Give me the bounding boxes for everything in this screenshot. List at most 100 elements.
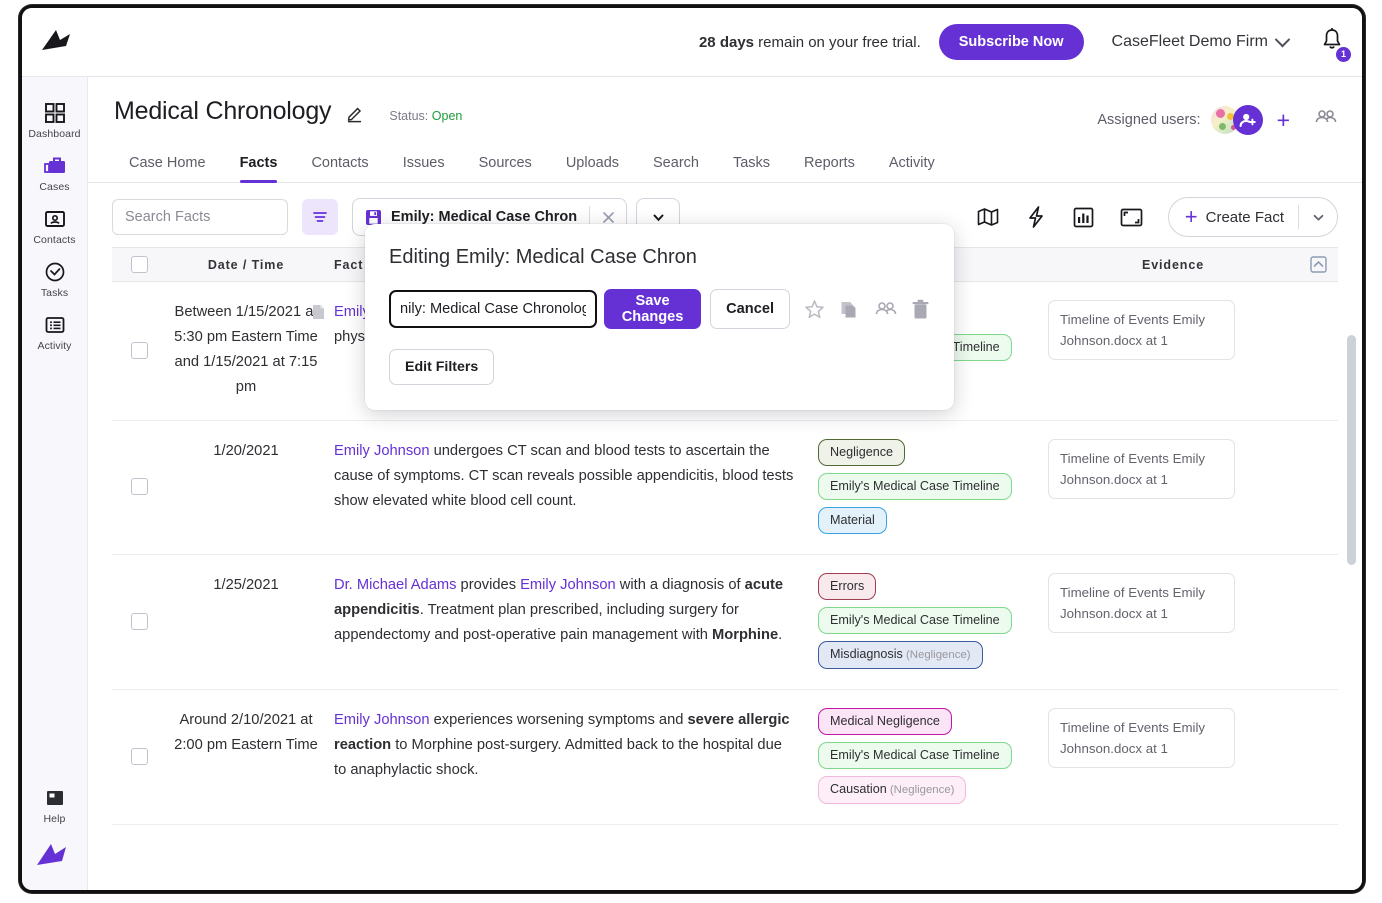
- cell-date: Between 1/15/2021 at 5:30 pm Eastern Tim…: [166, 300, 326, 400]
- sidebar-label-dashboard: Dashboard: [28, 128, 80, 140]
- page-title: Medical Chronology: [114, 97, 331, 126]
- briefcase-icon: [43, 155, 67, 177]
- evidence-card[interactable]: Timeline of Events Emily Johnson.docx at…: [1048, 300, 1235, 360]
- issue-tag[interactable]: Medical Negligence: [818, 708, 952, 735]
- bar-chart-icon[interactable]: [1060, 199, 1108, 235]
- cell-evidence: Timeline of Events Emily Johnson.docx at…: [1048, 300, 1298, 400]
- create-fact-label: Create Fact: [1206, 209, 1284, 226]
- sidebar-item-tasks[interactable]: Tasks: [22, 252, 88, 305]
- row-checkbox[interactable]: [131, 342, 148, 359]
- scrollbar-thumb[interactable]: [1347, 335, 1356, 565]
- firm-name-label: CaseFleet Demo Firm: [1112, 33, 1268, 51]
- casefleet-logo-icon[interactable]: [30, 18, 90, 66]
- sidebar-label-help: Help: [44, 813, 66, 825]
- fact-description: Emily Johnson experiences worsening symp…: [334, 708, 798, 783]
- firm-selector[interactable]: CaseFleet Demo Firm: [1112, 33, 1288, 51]
- row-checkbox[interactable]: [131, 478, 148, 495]
- tab-contacts[interactable]: Contacts: [294, 149, 385, 182]
- table-row[interactable]: Around 2/10/2021 at 2:00 pm Eastern Time…: [112, 690, 1338, 825]
- issue-tag[interactable]: Emily's Medical Case Timeline: [818, 742, 1012, 769]
- expand-panel-icon[interactable]: [1108, 199, 1156, 235]
- list-icon: [44, 314, 66, 336]
- copy-icon[interactable]: [839, 299, 860, 320]
- tab-uploads[interactable]: Uploads: [549, 149, 636, 182]
- filter-icon[interactable]: [302, 199, 338, 235]
- column-header-evidence[interactable]: Evidence: [1048, 258, 1298, 272]
- people-icon[interactable]: [1314, 108, 1338, 133]
- issue-tag[interactable]: Misdiagnosis (Negligence): [818, 641, 983, 669]
- star-icon[interactable]: [804, 299, 825, 320]
- chevron-down-icon: [1311, 210, 1326, 225]
- sidebar-item-help[interactable]: Help: [22, 778, 88, 831]
- notifications-button[interactable]: 1: [1320, 27, 1344, 58]
- toolbar-right-actions: + Create Fact: [964, 197, 1338, 237]
- row-checkbox[interactable]: [131, 613, 148, 630]
- tab-search[interactable]: Search: [636, 149, 716, 182]
- issue-tag[interactable]: Emily's Medical Case Timeline: [818, 607, 1012, 634]
- column-header-date[interactable]: Date / Time: [166, 258, 326, 272]
- sidebar-item-contacts[interactable]: Contacts: [22, 199, 88, 252]
- add-user-icon[interactable]: [1233, 105, 1263, 135]
- evidence-card[interactable]: Timeline of Events Emily Johnson.docx at…: [1048, 573, 1235, 633]
- collapse-panel-icon[interactable]: [1298, 256, 1338, 273]
- left-sidebar: Dashboard Cases Contacts Tasks: [22, 77, 88, 890]
- top-bar-right: 28 days remain on your free trial. Subsc…: [699, 24, 1362, 60]
- cell-evidence: Timeline of Events Emily Johnson.docx at…: [1048, 439, 1298, 534]
- sidebar-item-cases[interactable]: Cases: [22, 146, 88, 199]
- add-assigned-user-button[interactable]: +: [1277, 109, 1290, 132]
- evidence-card[interactable]: Timeline of Events Emily Johnson.docx at…: [1048, 439, 1235, 499]
- cancel-button[interactable]: Cancel: [710, 289, 790, 329]
- issue-tag[interactable]: Errors: [818, 573, 876, 600]
- cell-fact[interactable]: Dr. Michael Adams provides Emily Johnson…: [326, 573, 818, 669]
- select-all-checkbox-cell: [112, 256, 166, 273]
- trial-days: 28 days: [699, 34, 754, 51]
- cell-fact[interactable]: Emily Johnson experiences worsening symp…: [326, 708, 818, 804]
- sidebar-item-activity[interactable]: Activity: [22, 305, 88, 358]
- table-row[interactable]: 1/25/2021Dr. Michael Adams provides Emil…: [112, 555, 1338, 690]
- grid-icon: [44, 102, 66, 124]
- row-checkbox-cell: [112, 300, 166, 400]
- fact-description: Dr. Michael Adams provides Emily Johnson…: [334, 573, 798, 648]
- evidence-card[interactable]: Timeline of Events Emily Johnson.docx at…: [1048, 708, 1235, 768]
- saved-view-name-input[interactable]: [389, 290, 597, 328]
- issue-tag[interactable]: Causation (Negligence): [818, 776, 966, 804]
- table-row[interactable]: 1/20/2021Emily Johnson undergoes CT scan…: [112, 421, 1338, 555]
- casefleet-logo-icon-bottom[interactable]: [34, 841, 76, 876]
- create-fact-button[interactable]: + Create Fact: [1168, 197, 1338, 237]
- map-icon[interactable]: [964, 199, 1012, 235]
- trial-suffix: remain on your free trial.: [754, 34, 921, 51]
- document-icon[interactable]: [312, 304, 325, 325]
- close-icon[interactable]: [590, 210, 626, 225]
- tab-tasks[interactable]: Tasks: [716, 149, 787, 182]
- notification-count-badge: 1: [1336, 47, 1351, 62]
- trash-icon[interactable]: [911, 299, 930, 320]
- save-changes-button[interactable]: Save Changes: [604, 289, 701, 329]
- tab-reports[interactable]: Reports: [787, 149, 872, 182]
- pencil-icon[interactable]: [346, 104, 365, 128]
- search-input[interactable]: [112, 199, 288, 235]
- issue-tag[interactable]: Negligence: [818, 439, 905, 466]
- select-all-checkbox[interactable]: [131, 256, 148, 273]
- lightning-bolt-icon[interactable]: [1012, 199, 1060, 235]
- issue-tag[interactable]: Emily's Medical Case Timeline: [818, 473, 1012, 500]
- assigned-users: Assigned users: +: [1097, 105, 1338, 135]
- tab-activity[interactable]: Activity: [872, 149, 952, 182]
- issue-tag-parent: (Negligence): [887, 784, 955, 796]
- create-fact-dropdown-button[interactable]: [1299, 210, 1337, 225]
- cell-spacer: [1298, 708, 1338, 804]
- subscribe-now-button[interactable]: Subscribe Now: [939, 24, 1084, 60]
- tab-sources[interactable]: Sources: [462, 149, 549, 182]
- sidebar-label-contacts: Contacts: [33, 234, 75, 246]
- edit-filters-button[interactable]: Edit Filters: [389, 349, 494, 385]
- tab-facts[interactable]: Facts: [223, 149, 295, 182]
- sidebar-item-dashboard[interactable]: Dashboard: [22, 93, 88, 146]
- row-checkbox[interactable]: [131, 748, 148, 765]
- issue-tag[interactable]: Material: [818, 507, 887, 534]
- share-people-icon[interactable]: [874, 300, 897, 319]
- tab-issues[interactable]: Issues: [386, 149, 462, 182]
- tab-case-home[interactable]: Case Home: [112, 149, 223, 182]
- cell-fact[interactable]: Emily Johnson undergoes CT scan and bloo…: [326, 439, 818, 534]
- cell-evidence: Timeline of Events Emily Johnson.docx at…: [1048, 708, 1298, 804]
- chevron-down-icon: [651, 210, 666, 225]
- cell-date: Around 2/10/2021 at 2:00 pm Eastern Time: [166, 708, 326, 804]
